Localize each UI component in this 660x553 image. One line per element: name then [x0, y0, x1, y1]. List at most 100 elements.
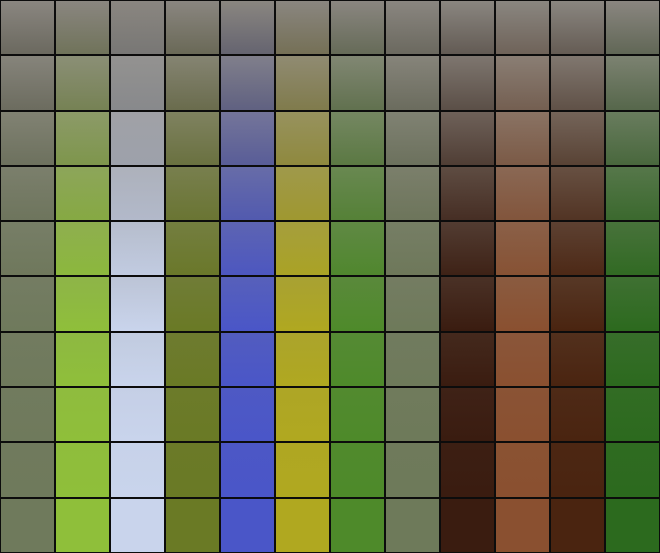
sample-subject — [502, 505, 536, 545]
sample-yellow-car-step-8 — [1, 388, 54, 442]
sample-subject — [620, 285, 652, 322]
sample-subject — [502, 395, 536, 434]
sample-subject — [290, 231, 320, 267]
sample-tan-dog-gravel-step-4 — [386, 166, 439, 221]
sample-subject — [340, 177, 368, 211]
sample-woman-red-dress-step-6 — [111, 277, 164, 331]
sample-subject — [233, 177, 261, 211]
sample-subject — [236, 69, 259, 98]
sample-subject — [397, 285, 429, 322]
sample-subject — [506, 123, 532, 154]
sample-subject — [289, 450, 323, 490]
sample-subject — [561, 395, 595, 434]
sample-subject — [7, 450, 41, 490]
sample-bird-flowers-step-9 — [496, 443, 549, 497]
sample-pink-animal-brown-step-10 — [551, 498, 604, 552]
sample-tan-dog-gravel-step-9 — [386, 443, 439, 497]
sample-subject — [125, 231, 155, 267]
sample-orange-six-shape-step-3 — [166, 111, 219, 165]
sample-small-dog-grass-step-5 — [331, 222, 384, 276]
sample-orange-six-shape-step-8 — [166, 388, 219, 442]
sample-pink-animal-brown-step-4 — [551, 166, 604, 221]
sample-subject — [455, 285, 487, 322]
sample-subject — [173, 340, 206, 378]
sample-subject — [7, 505, 41, 545]
sample-yellow-car-step-1 — [1, 1, 54, 55]
sample-green-foliage-step-9 — [606, 443, 659, 497]
sample-subject — [125, 285, 157, 322]
sample-subject — [561, 340, 594, 378]
sample-subject — [11, 123, 37, 154]
sample-pink-animal-brown-step-2 — [551, 56, 604, 110]
sample-tan-dog-gravel-step-2 — [386, 56, 439, 110]
sample-pink-animal-brown-step-1 — [551, 1, 604, 55]
sample-subject — [454, 340, 487, 378]
sample-bird-flowers-step-7 — [496, 332, 549, 387]
sample-subject — [459, 69, 482, 98]
sample-subject — [293, 123, 319, 154]
sample-subject — [401, 69, 424, 98]
sample-subject — [619, 395, 653, 434]
sample-subject — [124, 395, 158, 434]
sample-orange-six-shape-step-6 — [166, 277, 219, 331]
sample-subject — [178, 69, 201, 98]
sample-subject — [337, 505, 371, 545]
sample-subject — [70, 123, 96, 154]
sample-frog-yellow-leaves-step-10 — [276, 498, 329, 552]
sample-yellow-car-step-7 — [1, 332, 54, 387]
sample-subject — [289, 395, 323, 434]
sample-frog-yellow-leaves-step-2 — [276, 56, 329, 110]
sample-woman-red-dress-step-9 — [111, 443, 164, 497]
sample-subject — [620, 231, 650, 267]
sample-subject — [396, 340, 429, 378]
sample-subject — [9, 231, 39, 267]
sample-orange-six-shape-step-5 — [166, 222, 219, 276]
sample-subject — [624, 69, 647, 98]
sample-subject — [129, 69, 152, 98]
sample-brown-ring-dark-step-1 — [441, 1, 494, 55]
sample-yellow-car-step-6 — [1, 277, 54, 331]
sample-frog-yellow-leaves-step-1 — [276, 1, 329, 55]
sample-subject — [563, 177, 591, 211]
sample-woman-red-dress-step-2 — [111, 56, 164, 110]
sample-green-foliage-step-2 — [606, 56, 659, 110]
sample-pink-animal-brown-step-8 — [551, 388, 604, 442]
sample-brown-ring-dark-step-5 — [441, 222, 494, 276]
sample-green-foliage-step-1 — [606, 1, 659, 55]
sample-green-foliage-step-3 — [606, 111, 659, 165]
sample-black-dog-step-3 — [56, 111, 109, 165]
sample-small-dog-grass-step-9 — [331, 443, 384, 497]
sample-orange-six-shape-step-10 — [166, 498, 219, 552]
sample-subject — [65, 505, 99, 545]
sample-green-foliage-step-6 — [606, 277, 659, 331]
sample-subject — [8, 340, 41, 378]
sample-yellow-car-step-3 — [1, 111, 54, 165]
sample-subject — [232, 285, 264, 322]
sample-white-flower-blue-step-6 — [221, 277, 274, 331]
sample-subject — [231, 395, 265, 434]
sample-subject — [621, 177, 649, 211]
sample-subject — [126, 177, 154, 211]
sample-subject — [619, 340, 652, 378]
sample-subject — [232, 231, 262, 267]
sample-brown-ring-dark-step-9 — [441, 443, 494, 497]
sample-black-dog-step-2 — [56, 56, 109, 110]
sample-green-foliage-step-5 — [606, 222, 659, 276]
sample-subject — [174, 231, 204, 267]
sample-small-dog-grass-step-2 — [331, 56, 384, 110]
sample-subject — [13, 69, 36, 98]
sample-frog-yellow-leaves-step-4 — [276, 166, 329, 221]
sample-subject — [454, 395, 488, 434]
sample-green-foliage-step-10 — [606, 498, 659, 552]
sample-subject — [339, 231, 369, 267]
sample-subject — [508, 69, 531, 98]
sample-orange-six-shape-step-9 — [166, 443, 219, 497]
sample-subject — [565, 123, 591, 154]
sample-white-flower-blue-step-4 — [221, 166, 274, 221]
sample-subject — [230, 505, 264, 545]
sample-subject — [395, 450, 429, 490]
sample-subject — [173, 285, 205, 322]
sample-subject — [288, 505, 322, 545]
sample-subject — [124, 450, 158, 490]
sample-frog-yellow-leaves-step-9 — [276, 443, 329, 497]
